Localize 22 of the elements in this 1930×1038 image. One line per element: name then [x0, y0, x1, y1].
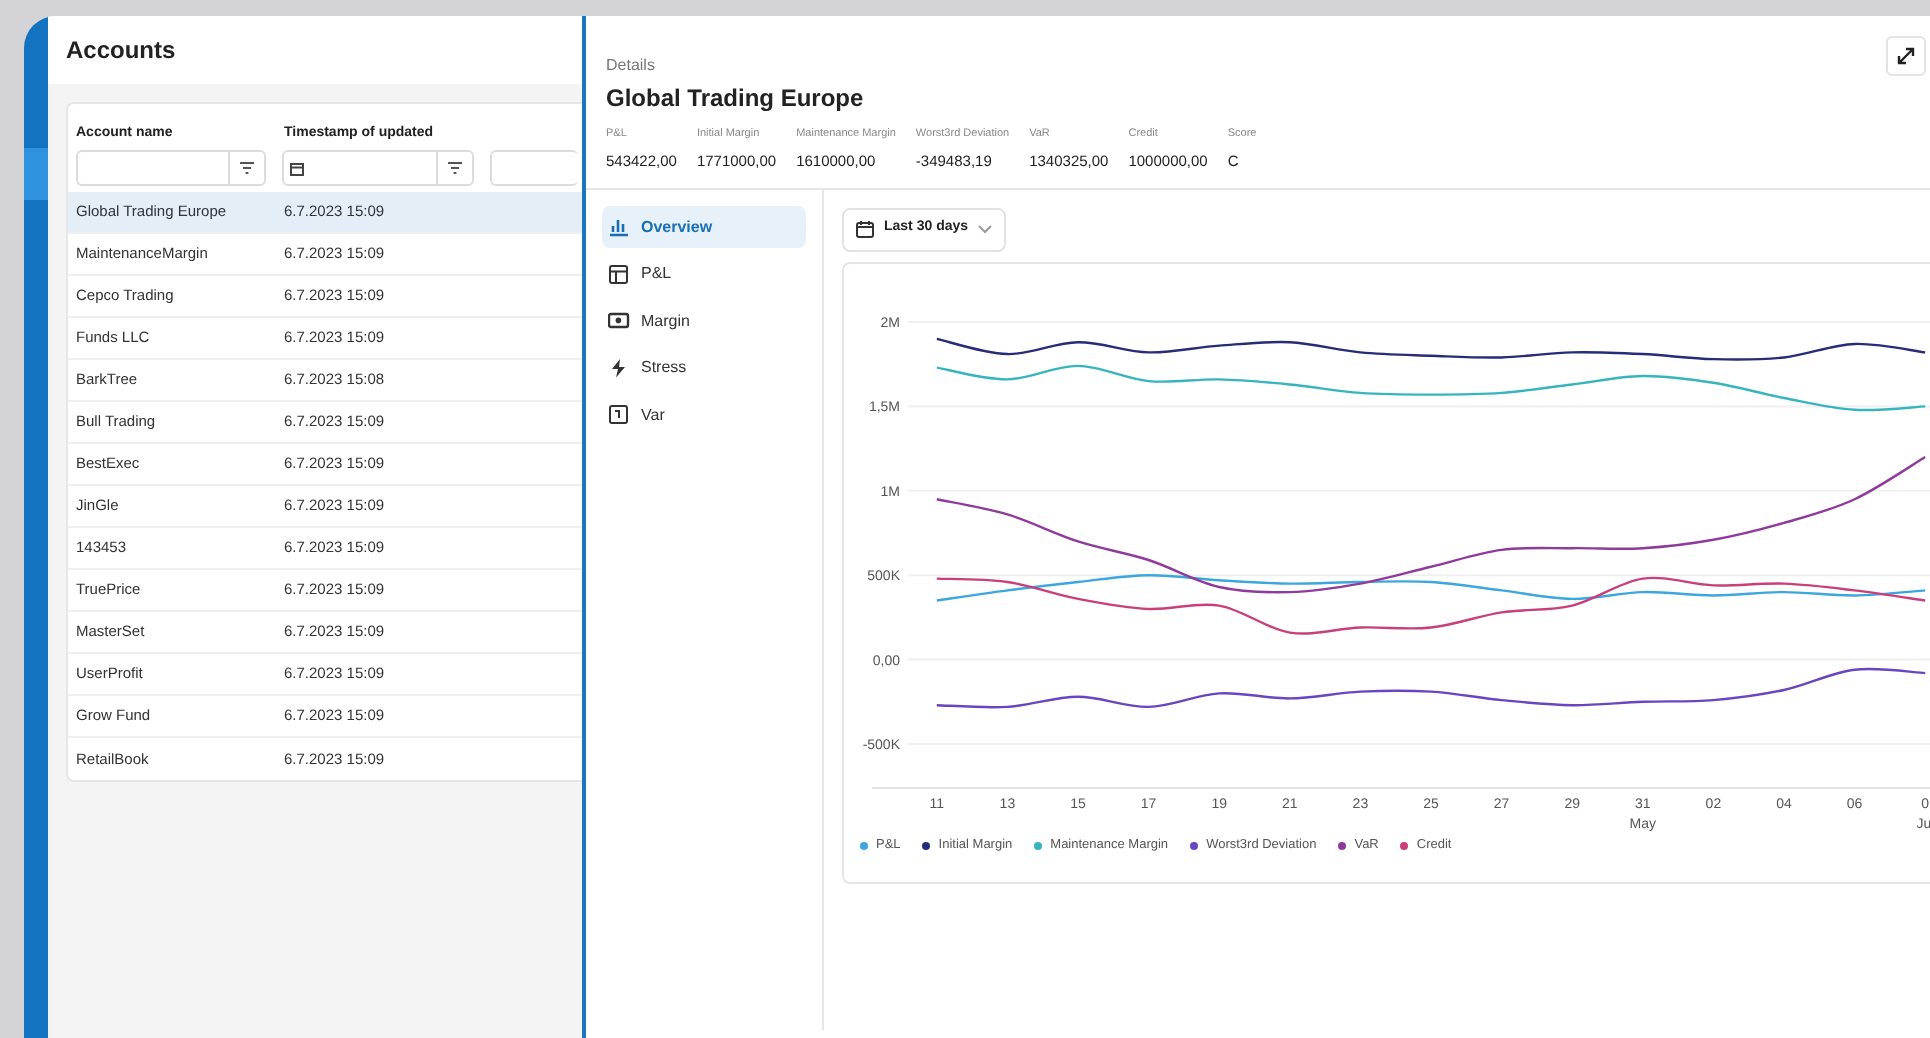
nav-tab[interactable]: Var — [602, 394, 806, 436]
bracket-icon — [608, 404, 629, 426]
lightning-icon — [608, 357, 629, 379]
nav-tab[interactable]: Stress — [602, 347, 806, 389]
calendar-icon — [856, 220, 874, 238]
account-title: Global Trading Europe — [604, 82, 866, 116]
bar-chart-icon — [608, 216, 629, 238]
nav-tab[interactable]: Margin — [602, 300, 806, 342]
sidebar-item[interactable] — [24, 148, 48, 200]
expand-button[interactable] — [1886, 36, 1926, 76]
calendar-icon — [290, 161, 304, 175]
chevron-icon — [978, 224, 993, 234]
nav-tab[interactable]: P&L — [602, 253, 806, 295]
breadcrumb: Details — [606, 54, 655, 78]
filter-icon[interactable] — [240, 162, 254, 174]
filter-field[interactable] — [76, 150, 266, 186]
nav-tab[interactable]: Overview — [602, 206, 806, 248]
table-icon — [608, 263, 629, 285]
filter-icon[interactable] — [448, 162, 462, 174]
expand-icon — [1896, 46, 1916, 66]
panel-title: Accounts — [66, 34, 176, 68]
filter-field[interactable] — [282, 150, 474, 186]
